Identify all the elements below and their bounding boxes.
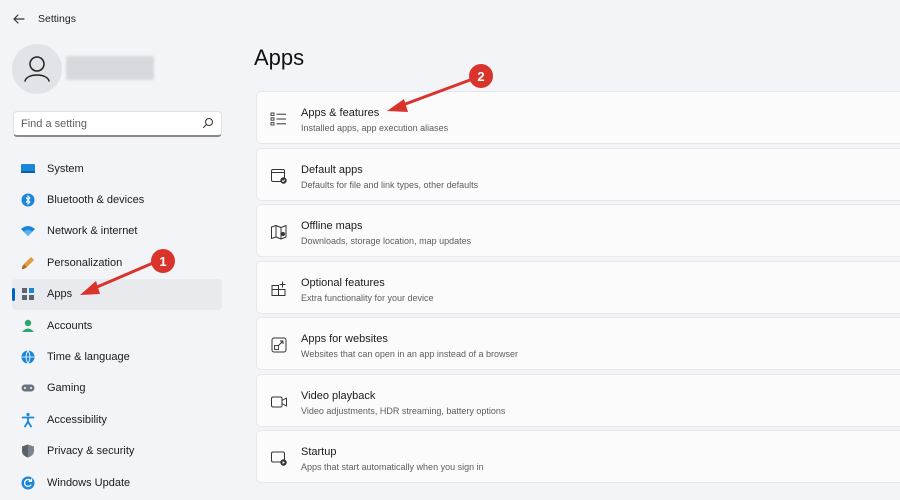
page-title: Apps: [254, 45, 305, 70]
card-title: Apps & features: [301, 107, 380, 119]
card-title: Optional features: [301, 276, 385, 289]
person-icon: [20, 318, 36, 334]
list-icon: [270, 112, 286, 126]
card-subtitle: Installed apps, app execution aliases: [301, 123, 449, 133]
sidebar-item-personalization[interactable]: Personalization: [0, 247, 230, 278]
sidebar-item-label: Network & internet: [47, 225, 138, 238]
sidebar-item-time-language[interactable]: Time & language: [0, 341, 230, 372]
apps-icon: [20, 286, 36, 302]
brush-icon: [20, 255, 36, 271]
app-title: Settings: [38, 13, 76, 25]
search-box[interactable]: [13, 111, 222, 137]
startup-icon: [271, 451, 287, 466]
search-input[interactable]: [21, 116, 191, 132]
card-title: Default apps: [301, 163, 363, 176]
card-apps-for-websites[interactable]: Apps for websites Websites that can open…: [256, 317, 900, 370]
sidebar-item-accessibility[interactable]: Accessibility: [0, 404, 230, 435]
bluetooth-icon: [20, 192, 36, 208]
back-arrow-icon[interactable]: [10, 10, 28, 28]
card-optional-features[interactable]: Optional features Extra functionality fo…: [256, 260, 900, 314]
annotation-badge-2: 2: [477, 69, 484, 84]
sidebar-item-network-internet[interactable]: Network & internet: [0, 216, 230, 247]
card-subtitle: Apps that start automatically when you s…: [301, 462, 484, 472]
sidebar-item-apps[interactable]: Apps: [12, 278, 222, 310]
search-icon[interactable]: [202, 117, 214, 129]
sidebar-item-label: Apps: [47, 288, 73, 301]
sidebar-item-label: Time & language: [47, 351, 130, 364]
apps-settings-list: Apps & features Installed apps, app exec…: [256, 91, 900, 487]
sidebar-item-windows-update[interactable]: Windows Update: [0, 467, 230, 498]
card-title: Offline maps: [301, 220, 363, 232]
card-subtitle: Extra functionality for your device: [301, 292, 434, 303]
gamepad-icon: [20, 380, 36, 396]
default-apps-icon: [271, 168, 287, 184]
update-icon: [20, 475, 36, 491]
open-link-icon: [271, 337, 287, 353]
sidebar-item-label: Privacy & security: [47, 445, 135, 458]
card-subtitle: Video adjustments, HDR streaming, batter…: [301, 405, 506, 416]
add-grid-icon: [271, 281, 286, 296]
card-offline-maps[interactable]: Offline maps Downloads, storage location…: [256, 204, 900, 257]
sidebar-item-label: Accessibility: [47, 413, 107, 426]
card-subtitle: Websites that can open in an app instead…: [301, 349, 518, 359]
card-title: Apps for websites: [301, 333, 388, 345]
card-apps-features[interactable]: Apps & features Installed apps, app exec…: [256, 91, 900, 144]
sidebar-item-label: Accounts: [47, 319, 93, 332]
sidebar-item-privacy-security[interactable]: Privacy & security: [0, 436, 230, 467]
video-icon: [271, 396, 287, 407]
sidebar-item-gaming[interactable]: Gaming: [0, 373, 230, 404]
card-subtitle: Defaults for file and link types, other …: [301, 179, 479, 190]
sidebar-item-label: Windows Update: [47, 476, 131, 489]
card-subtitle: Downloads, storage location, map updates: [301, 236, 472, 246]
sidebar-item-label: Personalization: [47, 256, 123, 269]
card-title: Video playback: [301, 389, 376, 402]
sidebar-item-bluetooth-devices[interactable]: Bluetooth & devices: [0, 184, 230, 215]
card-title: Startup: [301, 446, 337, 458]
sidebar-item-label: Bluetooth & devices: [47, 194, 145, 207]
title-bar: Settings: [0, 0, 900, 38]
globe-icon: [20, 349, 36, 365]
card-startup[interactable]: Startup Apps that start automatically wh…: [256, 430, 900, 483]
shield-icon: [20, 443, 36, 459]
wifi-icon: [20, 223, 36, 239]
sidebar-item-system[interactable]: System: [0, 153, 230, 184]
map-icon: [271, 225, 287, 240]
card-video-playback[interactable]: Video playback Video adjustments, HDR st…: [256, 373, 900, 427]
sidebar-nav: System Bluetooth & devices Network & int…: [0, 153, 230, 498]
username-redacted: [66, 56, 154, 80]
sidebar-item-label: Gaming: [47, 382, 86, 395]
sidebar-item-label: System: [47, 162, 84, 175]
card-default-apps[interactable]: Default apps Defaults for file and link …: [256, 147, 900, 201]
monitor-icon: [20, 161, 36, 177]
sidebar-item-accounts[interactable]: Accounts: [0, 310, 230, 341]
user-avatar-icon: [24, 56, 50, 82]
avatar[interactable]: [12, 44, 62, 94]
accessibility-icon: [20, 412, 36, 428]
